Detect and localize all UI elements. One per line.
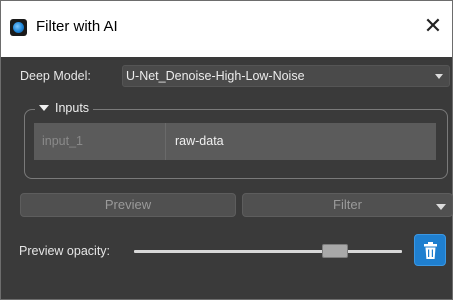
trash-icon: [424, 242, 437, 259]
chevron-down-icon[interactable]: [436, 204, 446, 210]
title-bar: Filter with AI ✕: [1, 1, 452, 57]
input-name: input_1: [42, 134, 84, 148]
preview-opacity-slider-track[interactable]: [134, 250, 402, 253]
close-button[interactable]: ✕: [420, 13, 446, 39]
deep-model-selected-value: U-Net_Denoise-High-Low-Noise: [126, 69, 305, 83]
filter-with-ai-window: Filter with AI ✕ Deep Model: U-Net_Denoi…: [0, 0, 453, 300]
preview-button[interactable]: Preview: [20, 193, 236, 217]
table-row-name-cell: input_1: [34, 123, 166, 160]
input-value: raw-data: [175, 134, 224, 148]
delete-preview-button[interactable]: [414, 234, 446, 266]
chevron-down-icon: [435, 74, 443, 79]
preview-opacity-slider-handle[interactable]: [322, 244, 348, 258]
triangle-down-icon: [39, 105, 49, 111]
deep-model-label: Deep Model:: [20, 69, 91, 83]
filter-button-label: Filter: [333, 197, 362, 212]
inputs-table: input_1 raw-data: [34, 123, 436, 160]
input-value-field[interactable]: raw-data: [166, 123, 436, 160]
window-title: Filter with AI: [36, 18, 118, 35]
filter-button[interactable]: Filter: [242, 193, 453, 217]
deep-model-select[interactable]: U-Net_Denoise-High-Low-Noise: [122, 65, 450, 87]
app-logo-icon: [10, 19, 27, 36]
inputs-section-label: Inputs: [55, 101, 90, 115]
inputs-section-toggle[interactable]: Inputs: [35, 99, 94, 117]
preview-opacity-label: Preview opacity:: [19, 244, 111, 258]
